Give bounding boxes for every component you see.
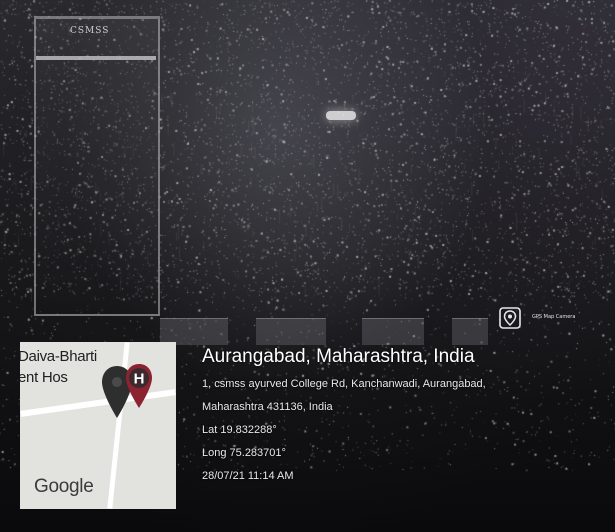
- latitude-value: Lat 19.832288°: [202, 424, 277, 436]
- chair-row: [160, 318, 228, 345]
- chair-row: [256, 318, 326, 345]
- longitude-value: Long 75.283701°: [202, 447, 286, 459]
- location-title: Aurangabad, Maharashtra, India: [202, 346, 475, 367]
- map-label-place: ent Hos: [20, 369, 68, 386]
- gps-map-camera-icon: [499, 307, 521, 329]
- location-info-panel: Aurangabad, Maharashtra, India 1, csmss …: [202, 345, 602, 483]
- address-line-1: 1, csmss ayurved College Rd, Kanchanwadi…: [202, 378, 486, 390]
- hall-sign-bar: [36, 56, 156, 60]
- ceiling-light: [326, 111, 356, 120]
- chair-row: [452, 318, 488, 345]
- chair-row: [362, 318, 424, 345]
- hospital-marker-letter: H: [134, 371, 145, 388]
- hospital-marker-icon: H: [126, 364, 152, 408]
- address-line-2: Maharashtra 431136, India: [202, 401, 333, 413]
- timestamp-value: 28/07/21 11:14 AM: [202, 470, 294, 482]
- app-name-label: GPS Map Camera: [532, 314, 576, 320]
- map-thumbnail[interactable]: Daiva-Bharti ent Hos H Google: [20, 342, 176, 509]
- camera-photo: CSMSS GPS Map Camera Daiva-Bharti ent Ho…: [0, 0, 615, 532]
- hall-sign-text: CSMSS: [70, 26, 110, 36]
- hall-sign-board: [34, 16, 160, 316]
- google-logo: Google: [34, 476, 94, 497]
- map-label-place: Daiva-Bharti: [20, 348, 97, 365]
